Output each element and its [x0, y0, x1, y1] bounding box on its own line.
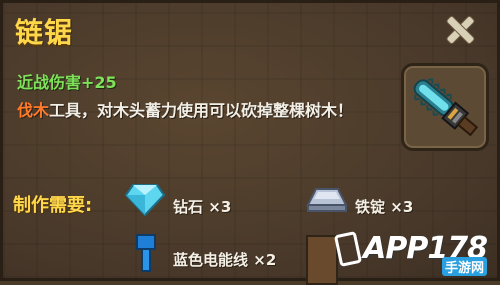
phone-icon — [334, 230, 363, 267]
item-title: 链锯 — [15, 16, 74, 49]
recipe-label: 制作需要: — [13, 195, 93, 216]
blue-wire-icon — [136, 234, 156, 272]
watermark-sub: 手游网 — [441, 257, 487, 276]
material-blue-wire: 蓝色电能线 ×2 — [173, 249, 276, 270]
material-diamond: 钻石 ×3 — [173, 196, 231, 217]
iron-ingot-icon — [306, 188, 348, 212]
item-description: 伐木工具，对木头蓄力使用可以砍掉整棵树木！ — [17, 97, 389, 125]
item-detail-panel: 链锯 近战伤害+25 伐木工具，对木头蓄力使用可以砍掉整棵树木！ 制作需要: 钻… — [0, 0, 500, 285]
description-highlight: 伐木 — [17, 101, 50, 120]
material-name: 钻石 — [173, 198, 204, 216]
description-text: 工具，对木头蓄力使用可以砍掉整棵树木！ — [49, 101, 354, 120]
material-name: 蓝色电能线 — [173, 251, 249, 269]
material-iron-ingot: 铁锭 ×3 — [355, 196, 413, 217]
wood-block-icon — [306, 235, 338, 285]
chainsaw-icon — [413, 78, 479, 137]
item-stat: 近战伤害+25 — [17, 73, 117, 92]
watermark: APP178 手游网 — [334, 230, 488, 276]
material-qty: ×3 — [208, 198, 232, 216]
material-name: 铁锭 — [355, 198, 386, 216]
item-preview-frame — [401, 63, 489, 151]
material-qty: ×3 — [390, 198, 414, 216]
material-qty: ×2 — [253, 251, 277, 269]
close-icon[interactable] — [445, 15, 475, 45]
diamond-icon — [125, 184, 165, 217]
